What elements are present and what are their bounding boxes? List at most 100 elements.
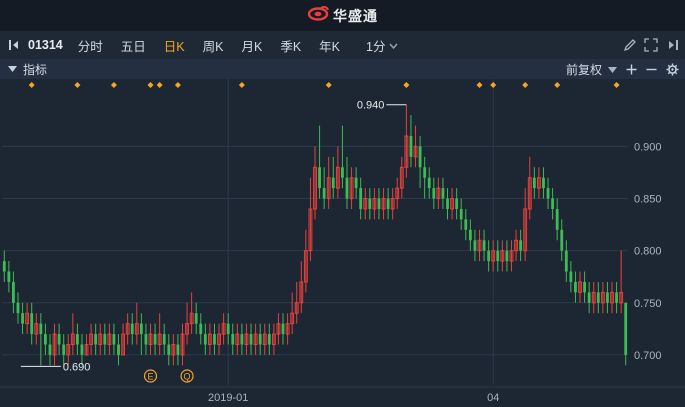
candle[interactable] xyxy=(455,188,459,220)
candle[interactable] xyxy=(34,313,39,345)
candle[interactable] xyxy=(221,313,226,345)
candle[interactable] xyxy=(244,323,249,355)
candle[interactable] xyxy=(615,281,618,314)
zoom-out-icon[interactable] xyxy=(646,64,657,75)
candle[interactable] xyxy=(596,281,600,314)
settings-gear-icon[interactable] xyxy=(666,63,679,76)
candle[interactable] xyxy=(450,188,454,220)
candle[interactable] xyxy=(413,125,418,168)
tab-weekly-k[interactable]: 周K xyxy=(194,36,233,55)
candle[interactable] xyxy=(7,261,11,293)
candle[interactable] xyxy=(335,146,340,199)
candle[interactable] xyxy=(409,115,413,168)
candle[interactable] xyxy=(189,292,194,335)
candle[interactable] xyxy=(318,125,321,199)
minute-select[interactable]: 1分 xyxy=(357,36,407,55)
candlestick-chart[interactable]: 0.700 0.750 0.800 0.850 0.900 2019-01 04 0.940… xyxy=(0,79,685,407)
candle[interactable] xyxy=(551,188,555,220)
candle[interactable] xyxy=(359,177,363,220)
candle[interactable] xyxy=(432,177,436,209)
candle[interactable] xyxy=(569,261,573,293)
candle[interactable] xyxy=(12,271,15,314)
candle[interactable] xyxy=(57,323,61,355)
candle[interactable] xyxy=(326,156,331,209)
candle[interactable] xyxy=(112,323,116,355)
candle[interactable] xyxy=(299,261,304,314)
caret-down-icon[interactable] xyxy=(8,66,17,72)
candle[interactable] xyxy=(125,313,130,345)
candle[interactable] xyxy=(600,281,605,314)
event-marker-icon[interactable] xyxy=(522,82,529,88)
candle[interactable] xyxy=(203,323,207,355)
candle[interactable] xyxy=(107,323,112,355)
annotation-badge[interactable]: Q xyxy=(180,369,194,383)
candle[interactable] xyxy=(180,323,185,366)
candle[interactable] xyxy=(477,229,482,262)
candle[interactable] xyxy=(436,177,441,209)
candle[interactable] xyxy=(294,281,299,324)
candle[interactable] xyxy=(560,219,564,262)
candle[interactable] xyxy=(153,323,157,355)
candle[interactable] xyxy=(2,250,6,282)
candle[interactable] xyxy=(496,240,500,272)
candle[interactable] xyxy=(213,323,216,355)
candle[interactable] xyxy=(546,177,550,209)
candle[interactable] xyxy=(171,334,176,366)
candle[interactable] xyxy=(363,188,368,220)
candle[interactable] xyxy=(84,334,89,356)
fullscreen-icon[interactable] xyxy=(644,38,658,52)
indicator-label[interactable]: 指标 xyxy=(23,61,47,78)
tab-quarterly-k[interactable]: 季K xyxy=(271,36,310,55)
candle[interactable] xyxy=(555,198,559,241)
annotation-badge[interactable]: E xyxy=(143,369,158,383)
draw-pen-icon[interactable] xyxy=(623,38,637,52)
candle[interactable] xyxy=(130,313,134,345)
candle[interactable] xyxy=(271,323,276,355)
event-marker-icon[interactable] xyxy=(238,82,245,88)
candle[interactable] xyxy=(473,229,477,262)
candle[interactable] xyxy=(267,323,271,355)
adjust-select[interactable]: 前复权 xyxy=(566,61,617,78)
event-marker-icon[interactable] xyxy=(325,82,332,88)
candle[interactable] xyxy=(194,302,198,335)
candle[interactable] xyxy=(395,177,400,209)
candle[interactable] xyxy=(345,156,349,209)
candle[interactable] xyxy=(354,167,358,199)
event-marker-icon[interactable] xyxy=(490,82,497,88)
tab-intraday[interactable]: 分时 xyxy=(69,36,112,55)
tab-daily-k[interactable]: 日K xyxy=(155,36,194,55)
event-marker-icon[interactable] xyxy=(110,82,117,88)
candle[interactable] xyxy=(98,323,103,355)
candle[interactable] xyxy=(117,334,120,366)
event-marker-icon[interactable] xyxy=(28,82,35,88)
candle[interactable] xyxy=(386,188,390,220)
candle[interactable] xyxy=(308,177,313,262)
candle[interactable] xyxy=(610,281,614,314)
candle[interactable] xyxy=(262,323,267,355)
candle[interactable] xyxy=(75,323,79,355)
candle[interactable] xyxy=(199,313,203,345)
tab-yearly-k[interactable]: 年K xyxy=(310,36,349,55)
candle[interactable] xyxy=(253,323,258,355)
candle[interactable] xyxy=(231,323,235,355)
candle[interactable] xyxy=(290,292,295,335)
candle[interactable] xyxy=(446,188,449,220)
candle[interactable] xyxy=(468,219,472,251)
candle[interactable] xyxy=(89,323,94,355)
candle[interactable] xyxy=(527,156,532,220)
candle[interactable] xyxy=(240,323,244,355)
candle[interactable] xyxy=(313,146,317,220)
candle[interactable] xyxy=(226,313,230,345)
candle[interactable] xyxy=(94,323,98,355)
candle[interactable] xyxy=(578,271,582,303)
candle[interactable] xyxy=(377,188,381,220)
candle[interactable] xyxy=(404,104,409,178)
candle[interactable] xyxy=(606,281,609,314)
candle[interactable] xyxy=(134,302,139,345)
candle[interactable] xyxy=(162,323,166,355)
candle[interactable] xyxy=(399,156,404,199)
candle[interactable] xyxy=(285,313,290,345)
candle[interactable] xyxy=(459,198,463,230)
candle[interactable] xyxy=(536,167,541,199)
candle[interactable] xyxy=(574,271,577,303)
